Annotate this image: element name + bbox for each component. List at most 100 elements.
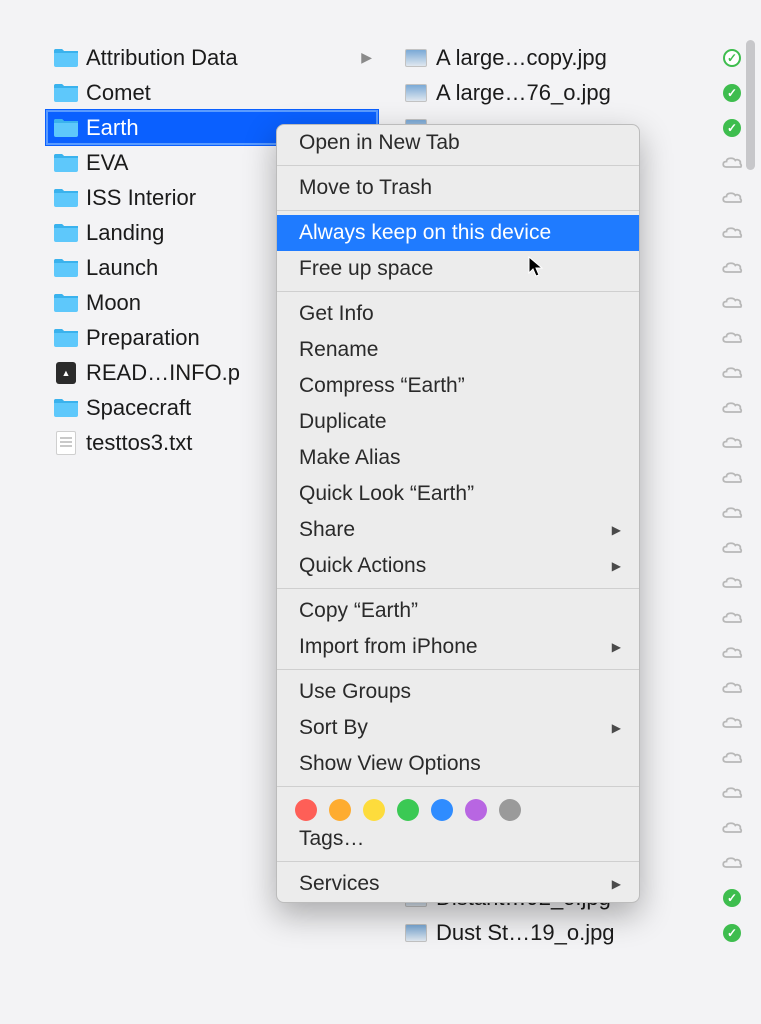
tag-red[interactable] [295, 799, 317, 821]
menu-item-label: Quick Actions [299, 554, 426, 578]
file-item[interactable]: A large…76_o.jpg✓ [398, 75, 761, 110]
tags-row [277, 791, 639, 821]
menu-item[interactable]: Open in New Tab [277, 125, 639, 161]
menu-item-label: Services [299, 872, 380, 896]
folder-icon [52, 187, 80, 209]
cloud-icon [721, 436, 743, 449]
synced-check-icon: ✓ [721, 119, 743, 137]
menu-item-label: Duplicate [299, 410, 387, 434]
menu-item-label: Rename [299, 338, 378, 362]
folder-icon [52, 47, 80, 69]
txt-icon [52, 431, 80, 455]
menu-item[interactable]: Compress “Earth” [277, 368, 639, 404]
menu-item-label: Use Groups [299, 680, 411, 704]
menu-item-label: Move to Trash [299, 176, 432, 200]
synced-check-icon: ✓ [721, 924, 743, 942]
menu-separator [277, 210, 639, 211]
context-menu: Open in New Tab Move to Trash Always keep … [276, 124, 640, 903]
cloud-icon [721, 751, 743, 764]
image-thumb-icon [402, 49, 430, 67]
folder-item[interactable]: Attribution Data▶ [48, 40, 390, 75]
menu-item[interactable]: Get Info [277, 296, 639, 332]
synced-check-icon: ✓ [721, 49, 743, 67]
cloud-icon [721, 401, 743, 414]
menu-item[interactable]: Sort By [277, 710, 639, 746]
cloud-icon [721, 646, 743, 659]
image-thumb-icon [402, 84, 430, 102]
image-thumb-icon [402, 924, 430, 942]
tag-green[interactable] [397, 799, 419, 821]
folder-icon [52, 222, 80, 244]
file-item-label: A large…copy.jpg [436, 45, 717, 71]
cloud-icon [721, 856, 743, 869]
synced-check-icon: ✓ [721, 84, 743, 102]
menu-item-label: Get Info [299, 302, 374, 326]
file-item-label: A large…76_o.jpg [436, 80, 717, 106]
folder-icon [52, 257, 80, 279]
menu-item-label: Make Alias [299, 446, 401, 470]
menu-item[interactable]: Make Alias [277, 440, 639, 476]
cloud-icon [721, 541, 743, 554]
menu-item-tags[interactable]: Tags… [277, 821, 639, 857]
tag-purple[interactable] [465, 799, 487, 821]
menu-separator [277, 588, 639, 589]
menu-item[interactable]: Import from iPhone [277, 629, 639, 665]
menu-item-label: Copy “Earth” [299, 599, 418, 623]
menu-item-label: Compress “Earth” [299, 374, 465, 398]
menu-item-label: Show View Options [299, 752, 481, 776]
cloud-icon [721, 576, 743, 589]
menu-separator [277, 291, 639, 292]
folder-item-label: Comet [86, 80, 390, 106]
cursor-icon [528, 256, 546, 278]
menu-item-label: Open in New Tab [299, 131, 460, 155]
chevron-right-icon: ▶ [361, 49, 372, 66]
menu-item[interactable]: Show View Options [277, 746, 639, 782]
tag-yellow[interactable] [363, 799, 385, 821]
menu-item-services[interactable]: Services [277, 866, 639, 902]
tag-orange[interactable] [329, 799, 351, 821]
file-item[interactable]: Dust St…19_o.jpg✓ [398, 915, 761, 950]
folder-icon [52, 152, 80, 174]
menu-item[interactable]: Move to Trash [277, 170, 639, 206]
folder-icon [52, 117, 80, 139]
folder-item-label: Attribution Data [86, 45, 390, 71]
menu-separator [277, 786, 639, 787]
folder-item[interactable]: Comet [48, 75, 390, 110]
menu-item[interactable]: Quick Look “Earth” [277, 476, 639, 512]
cloud-icon [721, 471, 743, 484]
file-item-label: Dust St…19_o.jpg [436, 920, 717, 946]
cloud-icon [721, 821, 743, 834]
folder-icon [52, 327, 80, 349]
folder-icon [52, 82, 80, 104]
tag-gray[interactable] [499, 799, 521, 821]
cloud-icon [721, 191, 743, 204]
file-item[interactable]: A large…copy.jpg✓ [398, 40, 761, 75]
menu-item[interactable]: Duplicate [277, 404, 639, 440]
menu-item[interactable]: Free up space [277, 251, 639, 287]
menu-item-label: Quick Look “Earth” [299, 482, 474, 506]
synced-check-icon: ✓ [721, 889, 743, 907]
cloud-icon [721, 366, 743, 379]
cloud-icon [721, 716, 743, 729]
menu-item[interactable]: Quick Actions [277, 548, 639, 584]
menu-item[interactable]: Always keep on this device [277, 215, 639, 251]
menu-separator [277, 165, 639, 166]
cloud-icon [721, 786, 743, 799]
menu-item[interactable]: Share [277, 512, 639, 548]
cloud-icon [721, 261, 743, 274]
scrollbar[interactable] [746, 40, 755, 170]
menu-item-label: Tags… [299, 827, 364, 851]
menu-separator [277, 669, 639, 670]
cloud-icon [721, 331, 743, 344]
cloud-icon [721, 156, 743, 169]
cloud-icon [721, 226, 743, 239]
menu-item-label: Always keep on this device [299, 221, 551, 245]
menu-item[interactable]: Rename [277, 332, 639, 368]
cloud-icon [721, 506, 743, 519]
tag-blue[interactable] [431, 799, 453, 821]
menu-item-label: Import from iPhone [299, 635, 478, 659]
menu-item[interactable]: Copy “Earth” [277, 593, 639, 629]
pdf-icon: ▲ [52, 362, 80, 384]
menu-item[interactable]: Use Groups [277, 674, 639, 710]
menu-item-label: Free up space [299, 257, 433, 281]
